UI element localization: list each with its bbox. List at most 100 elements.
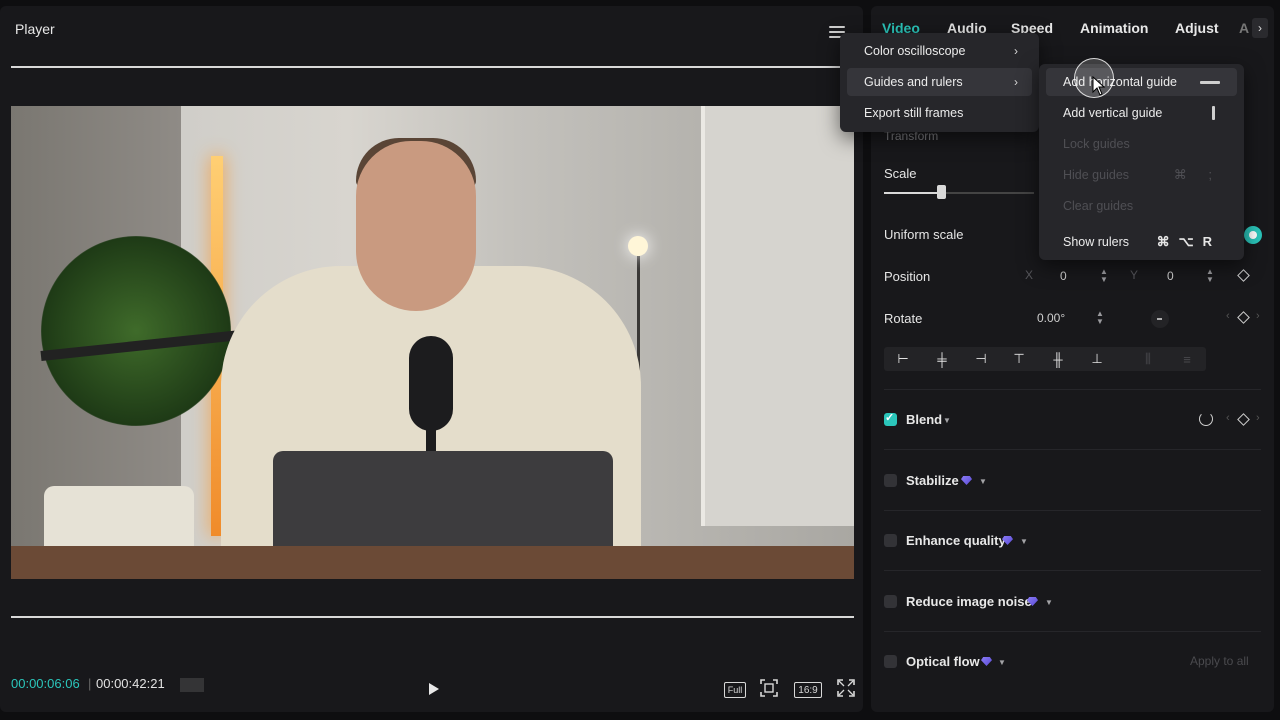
blend-keyframe-icon[interactable] — [1237, 413, 1250, 426]
tabs-scroll-right-icon[interactable]: › — [1252, 18, 1268, 38]
menu-item-label: Clear guides — [1063, 199, 1134, 213]
stabilize-checkbox[interactable] — [884, 474, 897, 487]
distribute-horizontal-icon: ⫼ — [1145, 351, 1151, 366]
rotate-keyframe-icon[interactable] — [1237, 311, 1250, 324]
rotate-next-keyframe-icon[interactable]: › — [1256, 310, 1260, 322]
align-top-icon[interactable]: ⊤ — [1010, 350, 1028, 368]
menu-item-add-vertical-guide[interactable]: Add vertical guide — [1046, 99, 1237, 127]
stabilize-label[interactable]: Stabilize — [906, 473, 959, 488]
blend-checkbox[interactable] — [884, 411, 897, 426]
rotate-prev-keyframe-icon[interactable]: ‹ — [1226, 310, 1230, 322]
enhance-quality-label[interactable]: Enhance quality — [906, 533, 1006, 548]
reduce-noise-label[interactable]: Reduce image noise — [906, 594, 1032, 609]
tab-animation[interactable]: Animation — [1080, 20, 1148, 36]
rotate-label: Rotate — [884, 311, 923, 326]
scale-slider-thumb[interactable] — [937, 185, 946, 199]
chevron-right-icon: › — [1014, 75, 1018, 89]
section-divider — [884, 510, 1261, 511]
reduce-noise-checkbox[interactable] — [884, 595, 897, 608]
premium-gem-icon — [981, 657, 992, 666]
rotate-field[interactable]: 0.00° — [1037, 311, 1065, 325]
enhance-quality-checkbox[interactable] — [884, 534, 897, 547]
menu-item-add-horizontal-guide[interactable]: Add horizontal guide — [1046, 68, 1237, 96]
aspect-ratio-button[interactable]: 16:9 — [794, 682, 822, 698]
scale-slider-fill — [884, 192, 941, 194]
timecode-separator: | — [88, 676, 92, 691]
vertical-guide-icon — [1212, 106, 1215, 120]
menu-item-hide-guides: Hide guides ⌘ ; — [1046, 161, 1237, 189]
reduce-noise-caret-icon[interactable]: ▼ — [1045, 598, 1053, 607]
position-x-stepper[interactable]: ▲ ▼ — [1099, 268, 1109, 284]
tab-adjust[interactable]: Adjust — [1175, 20, 1219, 36]
play-button[interactable] — [422, 678, 444, 700]
align-left-icon[interactable]: ⊢ — [894, 350, 912, 368]
uniform-scale-label: Uniform scale — [884, 227, 964, 242]
fit-screen-icon[interactable] — [759, 678, 779, 698]
blend-reset-icon[interactable] — [1199, 412, 1213, 426]
menu-item-label: Color oscilloscope — [864, 44, 966, 58]
optical-flow-checkbox[interactable] — [884, 655, 897, 668]
menu-item-guides-and-rulers[interactable]: Guides and rulers › — [847, 68, 1032, 96]
stabilize-caret-icon[interactable]: ▼ — [979, 477, 987, 486]
blend-label[interactable]: Blend — [906, 412, 942, 427]
align-center-horizontal-icon[interactable]: ╪ — [933, 350, 951, 368]
app-window: Player 00:00:06:06 | 00:00:42:21 Full 16… — [0, 0, 1280, 720]
hide-guides-shortcut: ⌘ ; — [1173, 167, 1221, 182]
horizontal-guide-icon — [1200, 81, 1220, 84]
premium-gem-icon — [961, 476, 972, 485]
menu-item-label: Show rulers — [1063, 235, 1129, 249]
player-title: Player — [15, 21, 55, 37]
menu-item-color-oscilloscope[interactable]: Color oscilloscope › — [847, 37, 1032, 65]
menu-item-lock-guides: Lock guides — [1046, 130, 1237, 158]
distribute-vertical-icon: ≡ — [1183, 351, 1191, 367]
menu-item-show-rulers[interactable]: Show rulers ⌘⌥R — [1046, 228, 1237, 256]
menu-item-label: Lock guides — [1063, 137, 1130, 151]
waveform-icon — [180, 678, 204, 692]
total-timecode: 00:00:42:21 — [96, 676, 165, 691]
player-panel: Player 00:00:06:06 | 00:00:42:21 Full 16… — [0, 6, 863, 712]
scale-label: Scale — [884, 166, 917, 181]
menu-item-label: Add vertical guide — [1063, 106, 1163, 120]
position-y-stepper[interactable]: ▲ ▼ — [1205, 268, 1215, 284]
position-keyframe-icon[interactable] — [1237, 269, 1250, 282]
optical-flow-label[interactable]: Optical flow — [906, 654, 980, 669]
enhance-quality-caret-icon[interactable]: ▼ — [1020, 537, 1028, 546]
rotate-dial-icon[interactable] — [1149, 308, 1171, 330]
mouse-pointer-icon — [1092, 76, 1106, 96]
rotate-stepper[interactable]: ▲ ▼ — [1095, 310, 1105, 326]
apply-to-all-button: Apply to all — [1190, 654, 1249, 668]
section-divider — [884, 570, 1261, 571]
tab-overflow[interactable]: A — [1239, 20, 1249, 36]
full-quality-button[interactable]: Full — [724, 682, 746, 698]
align-bottom-icon[interactable]: ⊥ — [1088, 350, 1106, 368]
horizontal-guide-bottom[interactable] — [11, 616, 854, 618]
align-right-icon[interactable]: ⊣ — [972, 350, 990, 368]
current-timecode: 00:00:06:06 — [11, 676, 80, 691]
optical-flow-caret-icon[interactable]: ▼ — [998, 658, 1006, 667]
menu-item-label: Export still frames — [864, 106, 964, 120]
menu-item-label: Hide guides — [1063, 168, 1130, 182]
menu-item-label: Guides and rulers — [864, 75, 963, 89]
horizontal-guide-top[interactable] — [11, 66, 854, 68]
position-y-field[interactable]: 0 — [1167, 269, 1174, 283]
menu-item-export-still-frames[interactable]: Export still frames — [847, 99, 1032, 127]
chevron-right-icon: › — [1014, 44, 1018, 58]
blend-caret-icon[interactable]: ▼ — [943, 416, 951, 425]
show-rulers-shortcut: ⌘⌥R — [1156, 234, 1221, 249]
section-divider — [884, 631, 1261, 632]
uniform-scale-toggle[interactable] — [1244, 226, 1262, 244]
section-divider — [884, 449, 1261, 450]
player-options-menu: Color oscilloscope › Guides and rulers ›… — [840, 33, 1039, 132]
position-y-label: Y — [1130, 268, 1139, 282]
position-x-field[interactable]: 0 — [1060, 269, 1067, 283]
guides-submenu: Add horizontal guide Add vertical guide … — [1039, 64, 1244, 260]
fullscreen-icon[interactable] — [837, 678, 855, 698]
position-label: Position — [884, 269, 931, 284]
section-divider — [884, 389, 1261, 390]
menu-item-label: Add horizontal guide — [1063, 75, 1177, 89]
blend-next-keyframe-icon[interactable]: › — [1256, 412, 1260, 424]
blend-prev-keyframe-icon[interactable]: ‹ — [1226, 412, 1230, 424]
alignment-toolbar: ⊢ ╪ ⊣ ⊤ ╫ ⊥ ⫼ ≡ — [884, 347, 1206, 371]
video-preview[interactable] — [11, 106, 854, 579]
align-center-vertical-icon[interactable]: ╫ — [1049, 350, 1067, 368]
